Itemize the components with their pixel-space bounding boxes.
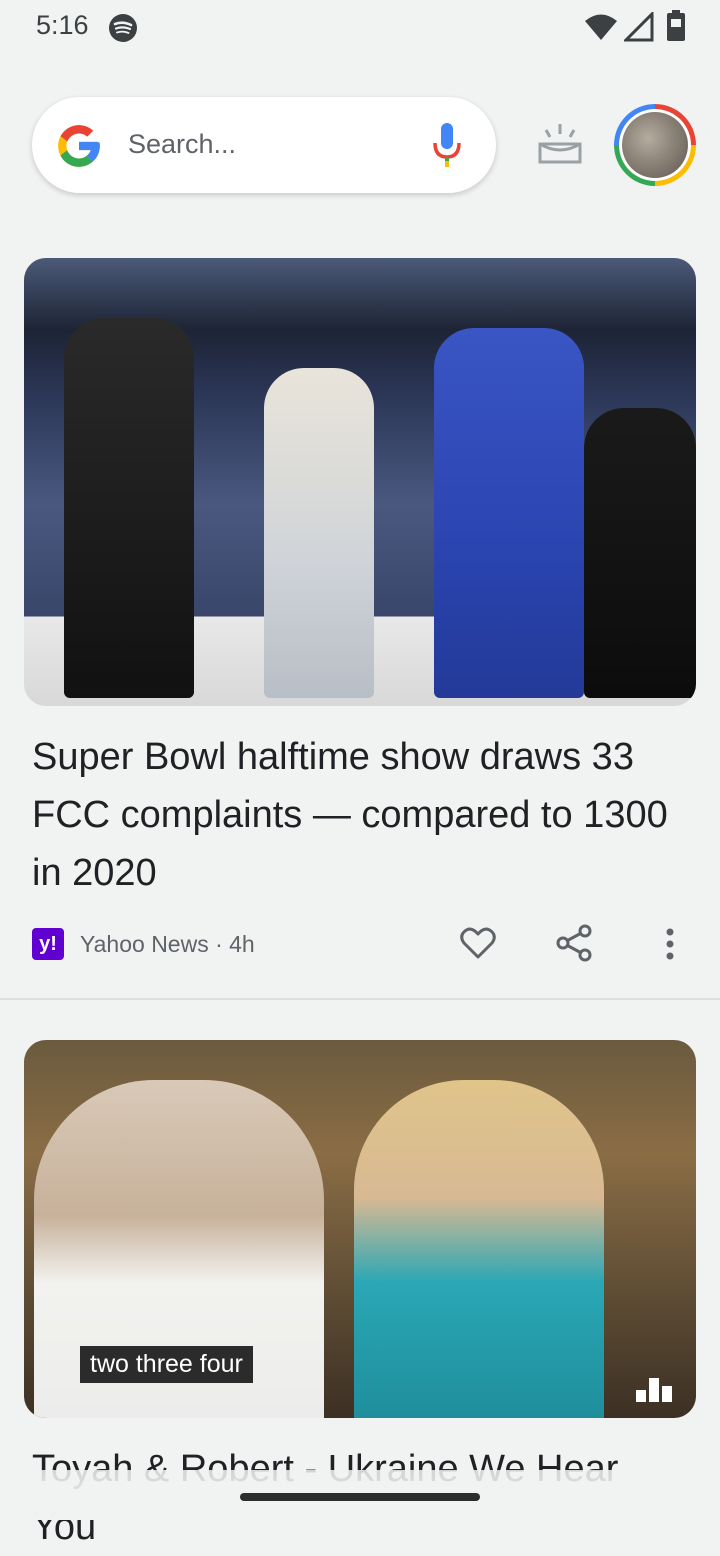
more-icon[interactable] <box>660 926 680 962</box>
search-input[interactable]: Search... <box>128 129 236 160</box>
performer-figure <box>64 318 194 698</box>
avatar[interactable] <box>614 104 696 186</box>
avatar-photo <box>622 112 688 178</box>
share-icon[interactable] <box>556 924 592 962</box>
person-figure <box>354 1080 604 1418</box>
spotify-icon <box>109 14 137 42</box>
snapshot-icon[interactable] <box>536 122 584 166</box>
performer-figure <box>434 328 584 698</box>
signal-icon <box>624 12 654 42</box>
card-divider <box>0 998 720 1000</box>
gesture-handle[interactable] <box>240 1493 480 1501</box>
video-thumbnail[interactable]: two three four <box>24 1040 696 1418</box>
article-headline[interactable]: Super Bowl halftime show draws 33 FCC co… <box>32 728 682 902</box>
search-bar[interactable]: Search... <box>32 97 496 193</box>
avatar-ring <box>619 109 691 181</box>
battery-icon <box>667 10 685 41</box>
source-logo: y! <box>32 928 64 960</box>
like-icon[interactable] <box>460 926 496 960</box>
mic-icon[interactable] <box>430 121 464 169</box>
status-time: 5:16 <box>36 10 89 40</box>
google-icon <box>58 125 100 167</box>
audio-bars-icon <box>636 1378 672 1402</box>
source-meta: Yahoo News · 4h <box>80 931 255 957</box>
performer-figure <box>584 408 696 698</box>
wifi-icon <box>585 14 617 40</box>
video-caption: two three four <box>80 1346 253 1383</box>
article-image[interactable] <box>24 258 696 706</box>
performer-figure <box>264 368 374 698</box>
status-bar: 5:16 <box>0 0 720 56</box>
